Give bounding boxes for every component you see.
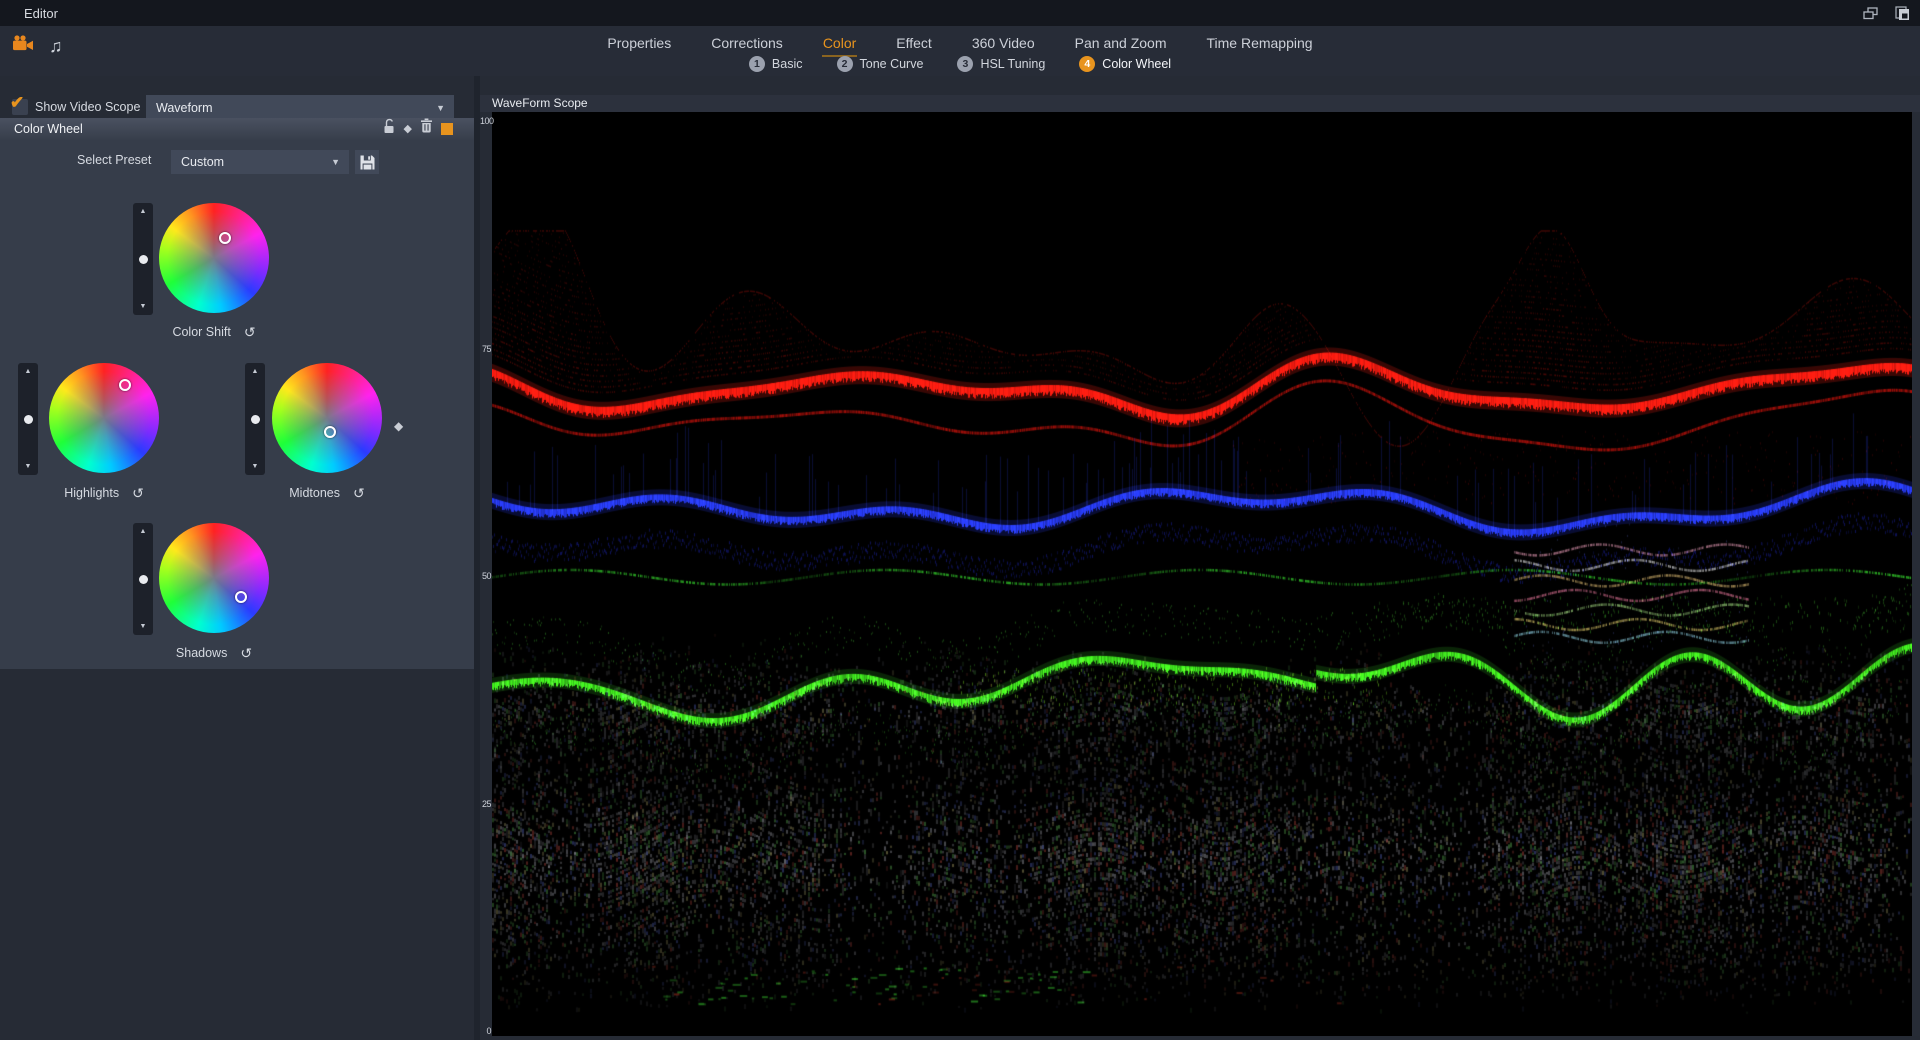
slider-down-icon[interactable]: ▼ bbox=[140, 623, 147, 630]
stack-windows-icon[interactable] bbox=[1894, 6, 1910, 21]
slider-handle[interactable] bbox=[24, 415, 33, 424]
midtones-slider[interactable]: ▲ ▼ bbox=[245, 363, 265, 475]
subtab-color-wheel[interactable]: 4 Color Wheel bbox=[1079, 56, 1171, 72]
highlights-reset-button[interactable]: ↺ bbox=[132, 486, 144, 500]
scope-right-gutter bbox=[1912, 112, 1920, 1036]
scope-axis-label: 25 bbox=[480, 799, 491, 809]
shadows-wheel-indicator[interactable] bbox=[235, 591, 247, 603]
scope-axis-label: 75 bbox=[480, 344, 491, 354]
preset-value: Custom bbox=[181, 150, 224, 174]
show-video-scope-checkbox[interactable]: ✔ bbox=[12, 99, 28, 115]
slider-down-icon[interactable]: ▼ bbox=[25, 463, 32, 470]
subtab-tone-curve[interactable]: 2 Tone Curve bbox=[837, 56, 924, 72]
tab-effect[interactable]: Effect bbox=[895, 26, 933, 57]
midtones-wheel-indicator[interactable] bbox=[324, 426, 336, 438]
tab-properties[interactable]: Properties bbox=[606, 26, 672, 57]
header: ♫ Properties Corrections Color Effect 36… bbox=[0, 26, 1920, 76]
waveform-scope-body: 100 75 50 25 0 bbox=[480, 112, 1920, 1036]
subtab-basic-badge: 1 bbox=[749, 56, 765, 72]
slider-up-icon[interactable]: ▲ bbox=[25, 368, 32, 375]
waveform-scope-header[interactable]: WaveForm Scope bbox=[480, 95, 1920, 112]
slider-up-icon[interactable]: ▲ bbox=[252, 368, 259, 375]
subtab-hsl-tuning[interactable]: 3 HSL Tuning bbox=[957, 56, 1045, 72]
slider-down-icon[interactable]: ▼ bbox=[140, 303, 147, 310]
show-video-scope-label: Show Video Scope bbox=[35, 100, 140, 114]
slider-up-icon[interactable]: ▲ bbox=[140, 528, 147, 535]
waveform-scope-title: WaveForm Scope bbox=[492, 96, 588, 110]
waveform-scope-panel: WaveForm Scope 100 75 50 25 0 bbox=[480, 76, 1920, 1040]
subtab-hsl-tuning-label: HSL Tuning bbox=[980, 57, 1045, 71]
window-title: Editor bbox=[24, 6, 58, 21]
slider-handle[interactable] bbox=[139, 255, 148, 264]
scope-axis: 100 75 50 25 0 bbox=[480, 112, 492, 1036]
subtab-hsl-tuning-badge: 3 bbox=[957, 56, 973, 72]
midtones-reset-button[interactable]: ↺ bbox=[353, 486, 365, 500]
tab-360-video[interactable]: 360 Video bbox=[971, 26, 1036, 57]
tab-bar: Properties Corrections Color Effect 360 … bbox=[0, 26, 1920, 57]
color-shift-wheel[interactable] bbox=[159, 203, 269, 313]
subtab-tone-curve-label: Tone Curve bbox=[860, 57, 924, 71]
color-wheel-section-header[interactable]: Color Wheel ◆ bbox=[0, 118, 474, 140]
scope-axis-label: 100 bbox=[480, 116, 491, 126]
color-shift-slider[interactable]: ▲ ▼ bbox=[133, 203, 153, 315]
editor-window: Editor bbox=[0, 0, 1920, 1040]
subtab-basic-label: Basic bbox=[772, 57, 803, 71]
subtab-basic[interactable]: 1 Basic bbox=[749, 56, 803, 72]
trash-icon[interactable] bbox=[420, 118, 433, 140]
color-shift-wheel-indicator[interactable] bbox=[219, 232, 231, 244]
subtab-color-wheel-label: Color Wheel bbox=[1102, 57, 1171, 71]
preset-dropdown[interactable]: Custom ▼ bbox=[171, 150, 349, 174]
midtones-keyframe-diamond-icon[interactable]: ◆ bbox=[394, 419, 403, 433]
color-shift-reset-button[interactable]: ↺ bbox=[244, 325, 256, 339]
unlock-icon[interactable] bbox=[383, 118, 396, 141]
section-title: Color Wheel bbox=[14, 122, 83, 136]
midtones-wheel[interactable] bbox=[272, 363, 382, 473]
floppy-disk-icon bbox=[359, 154, 376, 171]
save-preset-button[interactable] bbox=[355, 150, 379, 174]
scope-axis-label: 50 bbox=[480, 571, 491, 581]
shadows-reset-button[interactable]: ↺ bbox=[240, 646, 252, 660]
highlights-wheel[interactable] bbox=[49, 363, 159, 473]
check-icon: ✔ bbox=[10, 93, 24, 113]
subtab-tone-curve-badge: 2 bbox=[837, 56, 853, 72]
subtab-color-wheel-badge: 4 bbox=[1079, 56, 1095, 72]
highlights-slider[interactable]: ▲ ▼ bbox=[18, 363, 38, 475]
tab-time-remapping[interactable]: Time Remapping bbox=[1205, 26, 1313, 57]
slider-handle[interactable] bbox=[139, 575, 148, 584]
color-shift-label: Color Shift bbox=[172, 325, 230, 339]
float-window-icon[interactable] bbox=[1863, 7, 1878, 20]
highlights-wheel-indicator[interactable] bbox=[119, 379, 131, 391]
solo-color-icon[interactable] bbox=[441, 123, 453, 135]
slider-down-icon[interactable]: ▼ bbox=[252, 463, 259, 470]
shadows-wheel[interactable] bbox=[159, 523, 269, 633]
tab-pan-and-zoom[interactable]: Pan and Zoom bbox=[1074, 26, 1168, 57]
waveform-canvas bbox=[492, 112, 1912, 1036]
tab-corrections[interactable]: Corrections bbox=[710, 26, 784, 57]
tab-color[interactable]: Color bbox=[822, 26, 857, 57]
midtones-label: Midtones bbox=[289, 486, 340, 500]
scope-axis-label: 0 bbox=[480, 1026, 491, 1036]
chevron-down-icon: ▼ bbox=[331, 150, 340, 174]
slider-up-icon[interactable]: ▲ bbox=[140, 208, 147, 215]
select-preset-label: Select Preset bbox=[77, 153, 151, 167]
highlights-label: Highlights bbox=[64, 486, 119, 500]
shadows-label: Shadows bbox=[176, 646, 227, 660]
titlebar: Editor bbox=[0, 0, 1920, 26]
shadows-slider[interactable]: ▲ ▼ bbox=[133, 523, 153, 635]
subtab-bar: 1 Basic 2 Tone Curve 3 HSL Tuning 4 Colo… bbox=[0, 56, 1920, 72]
color-wheel-panel: ✔ Show Video Scope Waveform ▼ Color Whee… bbox=[0, 76, 474, 1040]
keyframe-diamond-icon[interactable]: ◆ bbox=[404, 123, 412, 135]
slider-handle[interactable] bbox=[251, 415, 260, 424]
